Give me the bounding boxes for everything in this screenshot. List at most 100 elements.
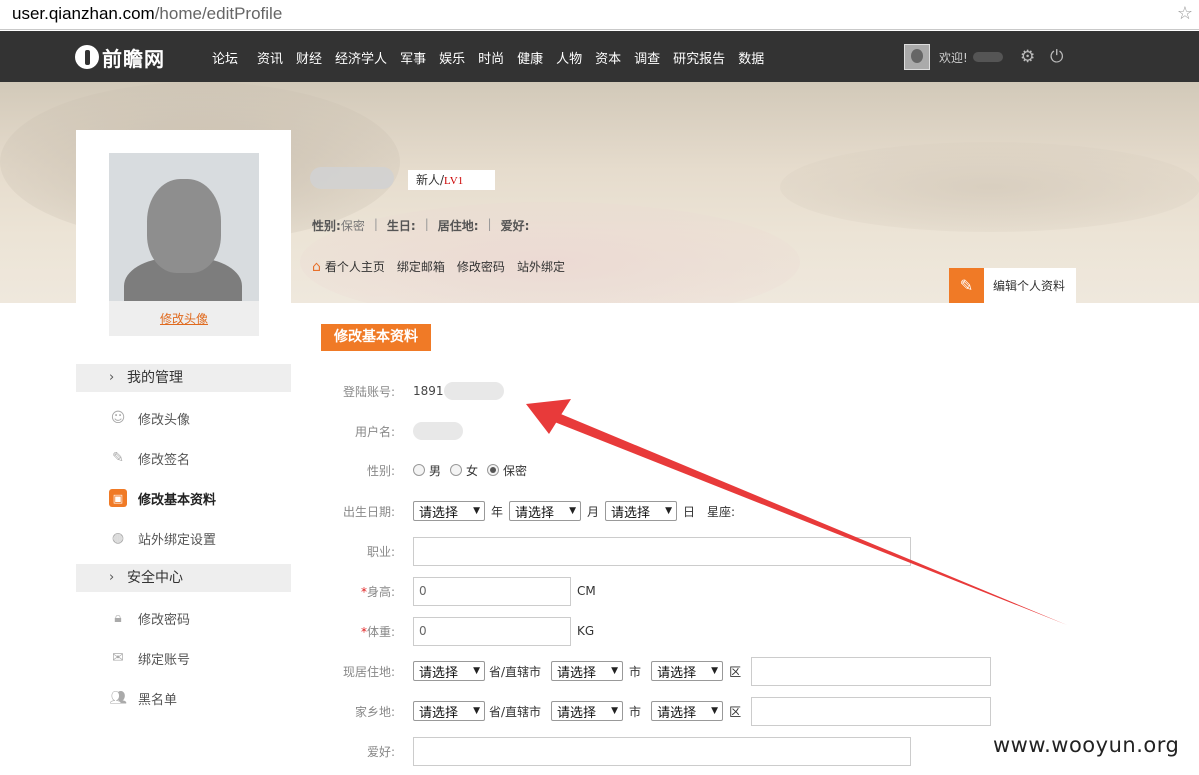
birth-month-select[interactable]: 请选择 ▼ — [509, 501, 582, 521]
radio-label: 保密 — [503, 463, 528, 478]
hometown-address-input[interactable] — [751, 696, 992, 726]
info-key: 性别: — [312, 219, 341, 233]
user-avatar[interactable] — [904, 44, 930, 70]
bookmark-star-icon[interactable]: ☆ — [1177, 3, 1193, 24]
job-input[interactable] — [413, 536, 911, 566]
users-icon: 👥︎ — [109, 690, 127, 706]
row-job: 职业: — [300, 536, 911, 566]
chevron-down-icon: ▼ — [569, 506, 577, 516]
section-title: 安全中心 — [127, 570, 183, 586]
residence-province-select[interactable]: 请选择 ▼ — [413, 661, 485, 681]
contact-card-icon: ▣ — [109, 489, 127, 507]
residence-district-select[interactable]: 请选择 ▼ — [651, 661, 724, 681]
nav-link[interactable]: 财经 — [296, 48, 322, 67]
home-icon: ⌂ — [312, 258, 321, 275]
row-height: *身高: 0 CM — [300, 576, 602, 606]
gender-radio-secret[interactable]: 保密 — [487, 462, 527, 479]
sidebar-item-label: 修改密码 — [138, 612, 191, 628]
change-avatar-link[interactable]: 修改头像 — [109, 310, 259, 327]
hometown-district-select[interactable]: 请选择 ▼ — [651, 701, 724, 721]
site-logo[interactable]: 前瞻网 — [75, 43, 165, 71]
info-separator: | — [373, 217, 378, 231]
nav-link[interactable]: 论坛 — [212, 48, 238, 67]
user-chat-icon: ☺ — [110, 410, 126, 426]
account-value-blurred — [443, 382, 504, 400]
nav-link[interactable]: 娱乐 — [439, 48, 465, 67]
nav-link[interactable]: 资讯 — [257, 48, 283, 67]
nav-link[interactable]: 时尚 — [478, 48, 504, 67]
form-title: 修改基本资料 — [321, 324, 431, 351]
address-bar[interactable]: user.qianzhan.com/home/editProfile ☆ — [0, 0, 1199, 30]
left-sidebar: 修改头像 › 我的管理 ☺ 修改头像 ✎ 修改签名 ▣ 修改基本资料 ◍ 站外绑定设置 ›… — [76, 130, 291, 775]
residence-city-select[interactable]: 请选择 ▼ — [551, 661, 624, 681]
day-unit: 日 — [683, 504, 696, 519]
sidebar-item-external-binding[interactable]: ◍ 站外绑定设置 — [109, 528, 216, 548]
view-homepage-link[interactable]: 看个人主页 — [325, 258, 385, 275]
district-unit: 区 — [729, 664, 742, 679]
gear-icon[interactable]: ⚙ — [1020, 47, 1035, 67]
radio-label: 女 — [466, 463, 479, 478]
hometown-label: 家乡地: — [354, 704, 395, 719]
nav-link[interactable]: 经济学人 — [335, 48, 387, 67]
username-value-blurred — [413, 422, 463, 440]
lock-icon: 🔒︎ — [114, 610, 122, 626]
chevron-down-icon: ▼ — [611, 706, 619, 716]
weight-label-text: 体重: — [366, 624, 395, 639]
height-label: *身高: — [300, 583, 413, 600]
sidebar-item-label: 修改签名 — [138, 452, 191, 468]
nav-link[interactable]: 人物 — [556, 48, 582, 67]
edit-profile-button[interactable]: ✎ 编辑个人资料 — [949, 268, 1076, 303]
hometown-city-select[interactable]: 请选择 ▼ — [551, 701, 624, 721]
sidebar-item-password[interactable]: 🔒︎ 修改密码 — [109, 608, 190, 628]
select-value: 请选择 — [419, 705, 459, 721]
user-box[interactable]: 欢迎! — [904, 44, 1003, 70]
change-password-link[interactable]: 修改密码 — [457, 258, 505, 275]
power-icon[interactable]: ⏻ — [1050, 47, 1063, 67]
gender-radio-female[interactable]: 女 — [450, 462, 478, 479]
arrow-head — [526, 399, 571, 434]
radio-label: 男 — [429, 463, 442, 478]
birth-day-select[interactable]: 请选择 ▼ — [605, 501, 678, 521]
hobby-input[interactable] — [413, 736, 911, 766]
sidebar-item-blacklist[interactable]: 👥︎ 黑名单 — [109, 688, 177, 708]
nav-link[interactable]: 军事 — [400, 48, 426, 67]
sidebar-item-basic-info[interactable]: ▣ 修改基本资料 — [109, 488, 216, 508]
sidebar-item-signature[interactable]: ✎ 修改签名 — [109, 448, 190, 468]
section-security-center[interactable]: › 安全中心 — [76, 564, 291, 592]
nav-link[interactable]: 数据 — [738, 48, 764, 67]
birth-year-select[interactable]: 请选择 ▼ — [413, 501, 485, 521]
height-unit: CM — [577, 584, 596, 598]
nav-link[interactable]: 调查 — [634, 48, 660, 67]
info-separator: | — [424, 217, 429, 231]
account-value: 1891 — [413, 384, 444, 398]
section-my-management[interactable]: › 我的管理 — [76, 364, 291, 392]
gender-radio-male[interactable]: 男 — [413, 462, 441, 479]
external-binding-link[interactable]: 站外绑定 — [517, 258, 565, 275]
sidebar-item-label: 修改基本资料 — [138, 492, 217, 508]
info-key: 爱好: — [500, 219, 530, 233]
city-unit: 市 — [629, 704, 642, 719]
url-text[interactable]: user.qianzhan.com/home/editProfile — [12, 4, 282, 24]
row-residence: 现居住地: 请选择 ▼ 省/直辖市 请选择 ▼ 市 请选择 ▼ 区 — [300, 656, 992, 686]
nav-link[interactable]: 研究报告 — [673, 48, 725, 67]
edit-note-icon: ✎ — [112, 450, 124, 466]
bind-email-link[interactable]: 绑定邮箱 — [397, 258, 445, 275]
sidebar-item-label: 站外绑定设置 — [138, 532, 217, 548]
hometown-province-select[interactable]: 请选择 ▼ — [413, 701, 485, 721]
avatar-box: 修改头像 — [109, 153, 259, 336]
sidebar-item-avatar[interactable]: ☺ 修改头像 — [109, 408, 190, 428]
profile-name-blurred — [310, 167, 394, 189]
weight-input[interactable]: 0 — [413, 616, 571, 646]
row-hometown: 家乡地: 请选择 ▼ 省/直辖市 请选择 ▼ 市 请选择 ▼ 区 — [300, 696, 992, 726]
nav-link[interactable]: 资本 — [595, 48, 621, 67]
nav-link[interactable]: 健康 — [517, 48, 543, 67]
height-label-text: 身高: — [366, 584, 395, 599]
chevron-right-icon: › — [109, 370, 115, 385]
zodiac-label: 星座: — [707, 504, 736, 519]
residence-address-input[interactable] — [751, 656, 992, 686]
height-input[interactable]: 0 — [413, 576, 571, 606]
select-value: 请选择 — [557, 705, 597, 721]
sidebar-item-bind-account[interactable]: ✉ 绑定账号 — [109, 648, 190, 668]
district-unit: 区 — [729, 704, 742, 719]
chevron-down-icon: ▼ — [473, 506, 480, 516]
